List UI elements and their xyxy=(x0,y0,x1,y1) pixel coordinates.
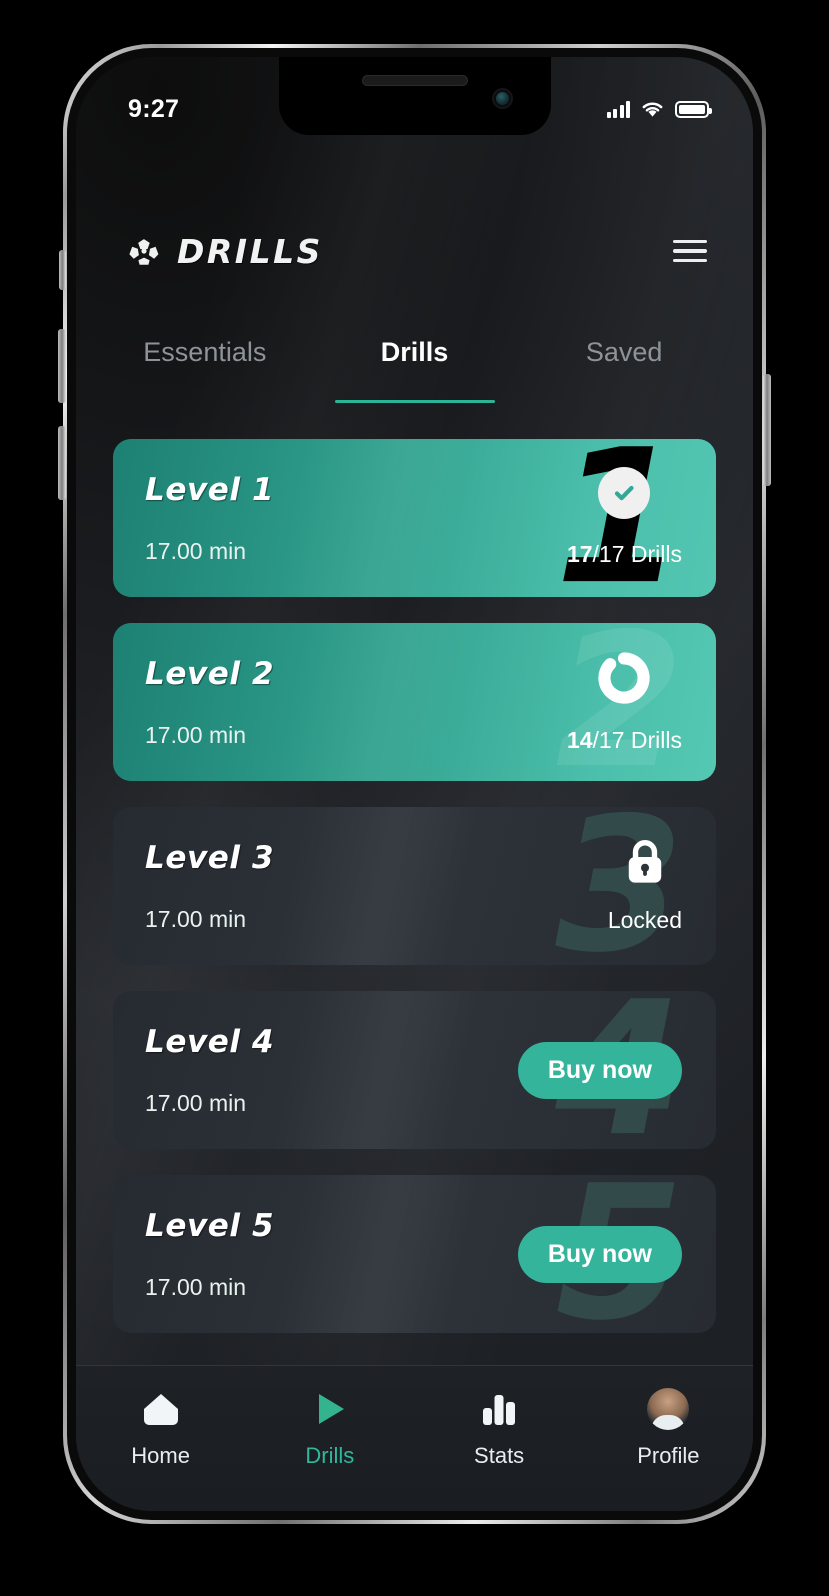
level-card-3[interactable]: 3 Level 3 17.00 min Locked xyxy=(113,807,716,965)
avatar xyxy=(647,1388,690,1430)
battery-full-icon xyxy=(675,100,712,118)
nav-label-profile: Profile xyxy=(637,1443,700,1468)
nav-item-stats[interactable]: Stats xyxy=(415,1388,584,1469)
app-header: DRILLS xyxy=(76,209,753,293)
drills-total: /17 Drills xyxy=(592,727,682,753)
avatar-icon xyxy=(647,1388,690,1430)
bar-chart-icon xyxy=(479,1388,519,1430)
nav-label-home: Home xyxy=(131,1443,190,1468)
phone-screen: 9:27 DRILLS Essentials Drills Saved Leve… xyxy=(76,57,753,1511)
bottom-navigation: Home Drills Stats Profile xyxy=(76,1365,753,1511)
drills-completed: 14 xyxy=(566,727,593,753)
notch xyxy=(278,57,551,135)
check-circle-icon xyxy=(598,467,651,519)
drill-progress-text: 17/17 Drills xyxy=(567,541,682,568)
tab-saved[interactable]: Saved xyxy=(519,337,729,403)
level-info: Level 3 17.00 min xyxy=(145,807,274,965)
level-action: Buy now xyxy=(517,991,682,1149)
buy-now-button[interactable]: Buy now xyxy=(517,1225,682,1283)
level-status: 17/17 Drills xyxy=(567,439,682,597)
drill-progress-text: 14/17 Drills xyxy=(567,727,682,754)
level-list[interactable]: 1 Level 1 17.00 min 17/17 Drills xyxy=(76,439,753,1365)
hamburger-menu-icon[interactable] xyxy=(673,239,707,263)
level-card-4[interactable]: 4 Level 4 17.00 min Buy now xyxy=(113,991,716,1149)
level-title: Level 5 xyxy=(145,1207,275,1244)
nav-item-profile[interactable]: Profile xyxy=(584,1388,753,1469)
earpiece-speaker-icon xyxy=(361,75,468,86)
brand: DRILLS xyxy=(126,232,323,271)
level-duration: 17.00 min xyxy=(145,905,247,932)
level-info: Level 2 17.00 min xyxy=(145,623,274,781)
status-bar-clock: 9:27 xyxy=(128,94,180,123)
nav-label-drills: Drills xyxy=(305,1443,355,1468)
progress-ring-icon xyxy=(598,652,651,704)
level-card-5[interactable]: 5 Level 5 17.00 min Buy now xyxy=(113,1175,716,1333)
level-action: Buy now xyxy=(517,1175,682,1333)
level-info: Level 5 17.00 min xyxy=(145,1175,274,1333)
tab-drills[interactable]: Drills xyxy=(310,337,520,403)
lock-icon xyxy=(628,840,662,883)
volume-down-button[interactable] xyxy=(58,426,66,500)
power-button[interactable] xyxy=(763,374,771,486)
front-camera-icon xyxy=(491,88,513,109)
level-duration: 17.00 min xyxy=(145,537,247,564)
level-status: Locked xyxy=(608,807,682,965)
nav-label-stats: Stats xyxy=(474,1443,525,1468)
tab-essentials[interactable]: Essentials xyxy=(100,337,310,403)
level-duration: 17.00 min xyxy=(145,721,247,748)
level-title: Level 1 xyxy=(145,471,275,508)
drills-completed: 17 xyxy=(566,541,593,567)
signal-bars-icon xyxy=(606,100,630,118)
nav-item-home[interactable]: Home xyxy=(76,1388,245,1469)
level-title: Level 4 xyxy=(145,1023,275,1060)
home-icon xyxy=(140,1388,182,1430)
level-card-1[interactable]: 1 Level 1 17.00 min 17/17 Drills xyxy=(113,439,716,597)
phone-frame: 9:27 DRILLS Essentials Drills Saved Leve… xyxy=(58,44,771,1524)
nav-item-drills[interactable]: Drills xyxy=(245,1388,414,1469)
drills-total: /17 Drills xyxy=(592,541,682,567)
drills-ball-logo-icon xyxy=(129,239,159,265)
screenshot-stage: 9:27 DRILLS Essentials Drills Saved Leve… xyxy=(0,0,829,1596)
level-duration: 17.00 min xyxy=(145,1273,247,1300)
play-icon xyxy=(310,1388,350,1430)
brand-name: DRILLS xyxy=(177,231,323,271)
level-status: 14/17 Drills xyxy=(567,623,682,781)
locked-label: Locked xyxy=(607,907,682,933)
level-duration: 17.00 min xyxy=(145,1089,247,1116)
volume-up-button[interactable] xyxy=(58,329,66,403)
status-bar-icons xyxy=(606,100,712,118)
level-card-2[interactable]: 2 Level 2 17.00 min 14/17 Drills xyxy=(113,623,716,781)
wifi-icon xyxy=(642,102,663,117)
buy-now-button[interactable]: Buy now xyxy=(517,1041,682,1099)
tab-bar: Essentials Drills Saved xyxy=(76,337,753,403)
level-title: Level 3 xyxy=(145,839,275,876)
mute-switch[interactable] xyxy=(59,250,66,290)
level-info: Level 1 17.00 min xyxy=(145,439,274,597)
level-info: Level 4 17.00 min xyxy=(145,991,274,1149)
level-title: Level 2 xyxy=(145,655,275,692)
